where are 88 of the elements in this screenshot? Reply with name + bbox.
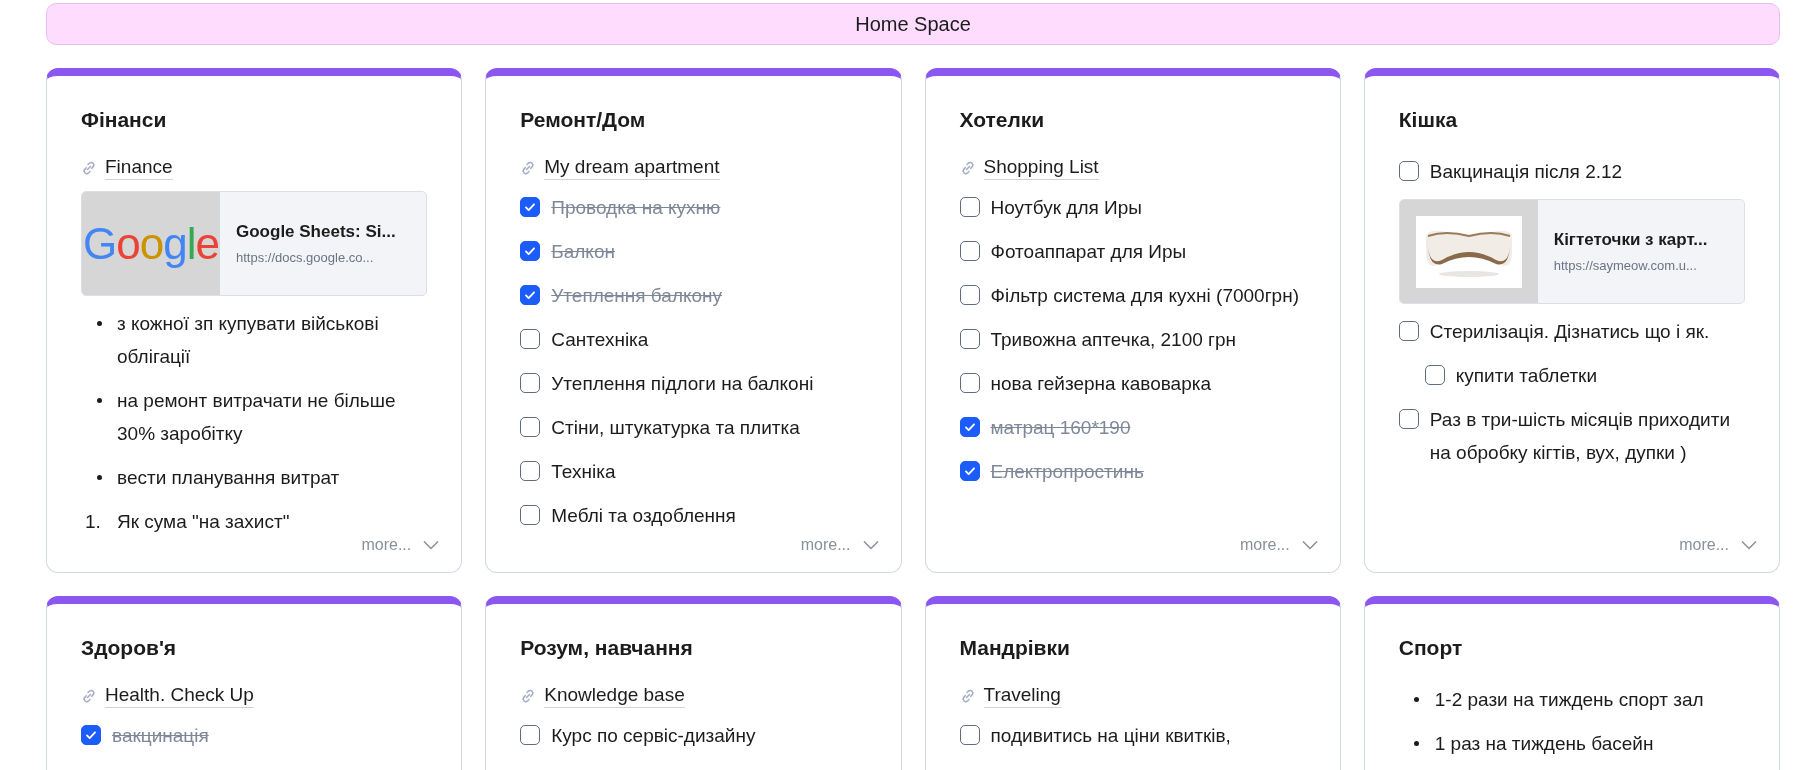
task-text: Електропростинь: [990, 460, 1144, 484]
bullet-icon: [96, 475, 102, 480]
checkbox[interactable]: [520, 373, 541, 393]
list-text: на ремонт витрачати не більше 30% заробітку: [117, 389, 397, 446]
card-title: Фінанси: [81, 107, 168, 133]
checkbox[interactable]: [959, 461, 980, 481]
link-icon: [520, 687, 537, 704]
page-link[interactable]: Traveling: [983, 683, 1061, 708]
link-icon: [959, 159, 976, 176]
checkbox[interactable]: [520, 417, 541, 437]
card-title: Спорт: [1398, 635, 1464, 661]
preview-title: Кігтеточки з карт...: [1553, 230, 1709, 250]
checkbox[interactable]: [1398, 161, 1419, 181]
task-text: подивитись на ціни квитків,: [990, 724, 1231, 748]
link-icon: [81, 159, 97, 176]
task-text: Стерилізація. Дізнатись що і як.: [1429, 320, 1710, 344]
checkbox[interactable]: [959, 373, 980, 393]
card-title: Мандрівки: [959, 635, 1071, 661]
task-text: Утеплення балкону: [551, 284, 723, 308]
task-text: матрац 160*190: [990, 416, 1131, 440]
checkbox[interactable]: [959, 197, 980, 217]
checkbox[interactable]: [959, 285, 980, 305]
checkbox[interactable]: [959, 241, 980, 261]
logo: Google: [83, 218, 219, 269]
list-text: вести планування витрат: [117, 466, 340, 490]
list-number: 1.: [84, 510, 102, 534]
checkbox[interactable]: [1398, 321, 1419, 341]
checkbox[interactable]: [959, 417, 980, 437]
chevron-down-icon: [1741, 540, 1757, 550]
card-title: Хотелки: [959, 107, 1046, 133]
task-text: нова гейзерна кавоварка: [990, 372, 1211, 396]
task-text: Стіни, штукатурка та плитка: [551, 416, 800, 440]
link-icon: [520, 159, 537, 176]
task-text: Ноутбук для Иры: [990, 196, 1142, 220]
checkbox[interactable]: [520, 329, 541, 349]
task-text: купити таблетки: [1455, 364, 1597, 388]
preview-url: https://saymeow.com.u...: [1553, 258, 1698, 273]
list-text: 1 раз на тиждень басейн: [1434, 732, 1654, 756]
checkbox[interactable]: [1424, 365, 1445, 385]
checkbox[interactable]: [520, 461, 541, 481]
task-text: Вакцинація після 2.12: [1429, 160, 1623, 184]
checkbox[interactable]: [520, 197, 541, 217]
list-text: Як сума "на захист": [117, 510, 290, 534]
card-title: Розум, навчання: [520, 635, 694, 661]
checkbox[interactable]: [959, 725, 980, 745]
checkbox[interactable]: [520, 505, 541, 525]
checkbox[interactable]: [520, 285, 541, 305]
task-text: Тривожна аптечка, 2100 грн: [990, 328, 1237, 352]
link-icon: [959, 687, 976, 704]
bullet-icon: [96, 321, 102, 326]
checkbox[interactable]: [1398, 409, 1419, 429]
checkbox[interactable]: [520, 725, 541, 745]
bullet-icon: [96, 398, 102, 403]
page-link[interactable]: Knowledge base: [544, 683, 685, 708]
list-text: з кожної зп купувати військові облігації: [117, 312, 380, 369]
page-link[interactable]: Finance: [105, 155, 173, 180]
chevron-down-icon: [423, 540, 440, 550]
page-link[interactable]: My dream apartment: [544, 155, 720, 180]
page-link[interactable]: Health. Check Up: [105, 683, 254, 708]
checkbox[interactable]: [520, 241, 541, 261]
task-text: Фільтр система для кухні (7000грн): [990, 284, 1299, 308]
preview-title: Google Sheets: Si...: [236, 222, 397, 242]
task-text: Меблі та оздоблення: [551, 504, 736, 528]
task-text: Балкон: [551, 240, 615, 264]
task-text: Проводка на кухню: [551, 196, 721, 220]
task-text: вакцинація: [112, 724, 209, 748]
chevron-down-icon: [862, 540, 879, 550]
task-text: Техніка: [551, 460, 616, 484]
link-icon: [81, 687, 97, 704]
bullet-icon: [1414, 741, 1420, 746]
card-title: Здоров'я: [81, 635, 178, 661]
card-title: Кішка: [1398, 107, 1459, 133]
bullet-icon: [1414, 697, 1420, 702]
chevron-down-icon: [1301, 540, 1318, 550]
checkbox[interactable]: [81, 725, 101, 745]
space-header: Home Space: [46, 3, 1780, 45]
task-text: Раз в три-шість місяців приходити на обробку кігтів, вух, дупки ): [1429, 408, 1732, 465]
checkbox[interactable]: [959, 329, 980, 349]
page-link[interactable]: Shopping List: [983, 155, 1099, 180]
list-text: 1-2 рази на тиждень спорт зал: [1434, 688, 1704, 712]
card-title: Ремонт/Дом: [520, 107, 647, 133]
link-preview[interactable]: Google Google Sheets: Si... https://docs.google.co...: [81, 191, 428, 296]
task-text: Фотоаппарат для Иры: [990, 240, 1187, 264]
task-text: Сантехніка: [551, 328, 649, 352]
task-text: Курс по сервіс-дизайну: [551, 724, 756, 748]
link-preview[interactable]: Кігтеточки з карт... https://saymeow.com.u...: [1398, 199, 1745, 304]
task-text: Утеплення підлоги на балконі: [551, 372, 814, 396]
preview-url: https://docs.google.co...: [236, 250, 375, 265]
